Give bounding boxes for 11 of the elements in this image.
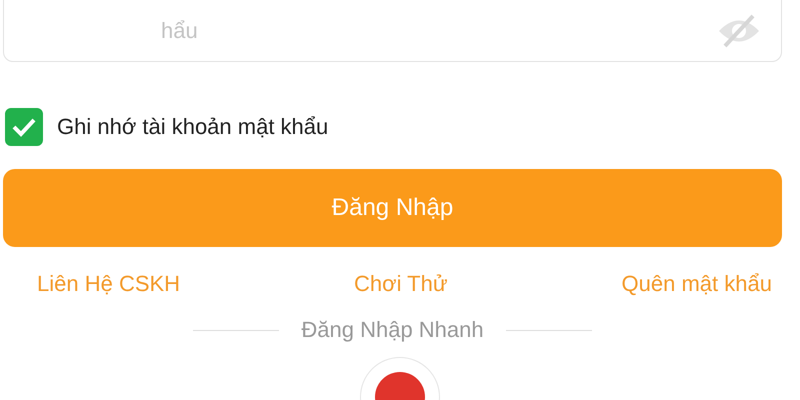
checkbox[interactable] [5,108,43,146]
footer-link[interactable]: Chơi Thử [354,271,448,297]
footer-link[interactable]: Liên Hệ CSKH [37,271,180,297]
remember-label: Ghi nhớ tài khoản mật khẩu [57,114,328,140]
quick-login-title: Đăng Nhập Nhanh [301,317,484,343]
login-button[interactable]: Đăng Nhập [3,169,782,247]
password-input[interactable]: hẩu [159,16,717,44]
checkmark-icon [11,116,37,138]
footer-link[interactable]: Quên mật khẩu [622,271,772,297]
password-field[interactable]: hẩu [3,0,782,62]
eye-slash-icon[interactable] [717,14,761,48]
